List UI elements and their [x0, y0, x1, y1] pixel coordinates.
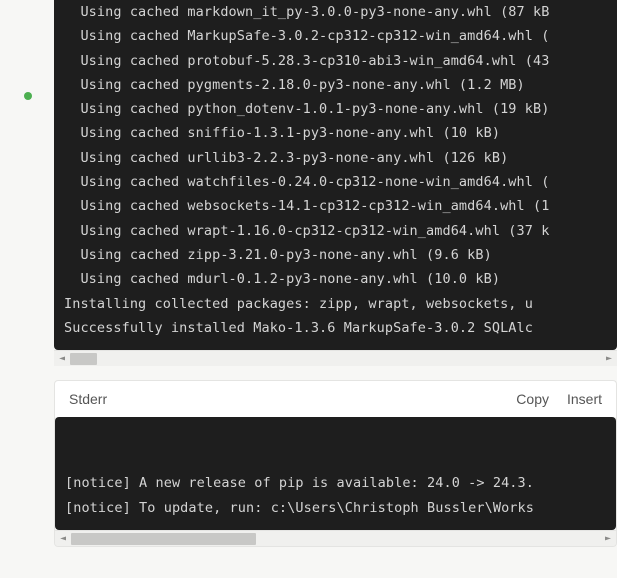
stdout-body: Using cached markdown_it_py-3.0.0-py3-no…	[54, 0, 617, 350]
scroll-left-icon[interactable]: ◄	[54, 351, 70, 367]
stderr-title: Stderr	[69, 391, 498, 407]
insert-button[interactable]: Insert	[567, 391, 602, 407]
scroll-left-icon[interactable]: ◄	[55, 531, 71, 547]
stderr-header: Stderr Copy Insert	[54, 380, 617, 417]
scroll-thumb[interactable]	[71, 533, 256, 545]
scroll-track[interactable]	[71, 531, 600, 547]
status-dot-icon	[24, 92, 32, 100]
copy-button[interactable]: Copy	[516, 391, 549, 407]
stderr-h-scrollbar[interactable]: ◄ ►	[55, 530, 616, 546]
stderr-panel: [notice] A new release of pip is availab…	[55, 417, 616, 530]
scroll-right-icon[interactable]: ►	[601, 351, 617, 367]
left-rail	[0, 0, 54, 578]
scroll-thumb[interactable]	[70, 353, 97, 365]
scroll-track[interactable]	[70, 351, 601, 367]
stdout-h-scrollbar[interactable]: ◄ ►	[54, 350, 617, 366]
stdout-panel: Using cached markdown_it_py-3.0.0-py3-no…	[54, 0, 617, 350]
stderr-body: [notice] A new release of pip is availab…	[55, 417, 616, 530]
scroll-right-icon[interactable]: ►	[600, 531, 616, 547]
